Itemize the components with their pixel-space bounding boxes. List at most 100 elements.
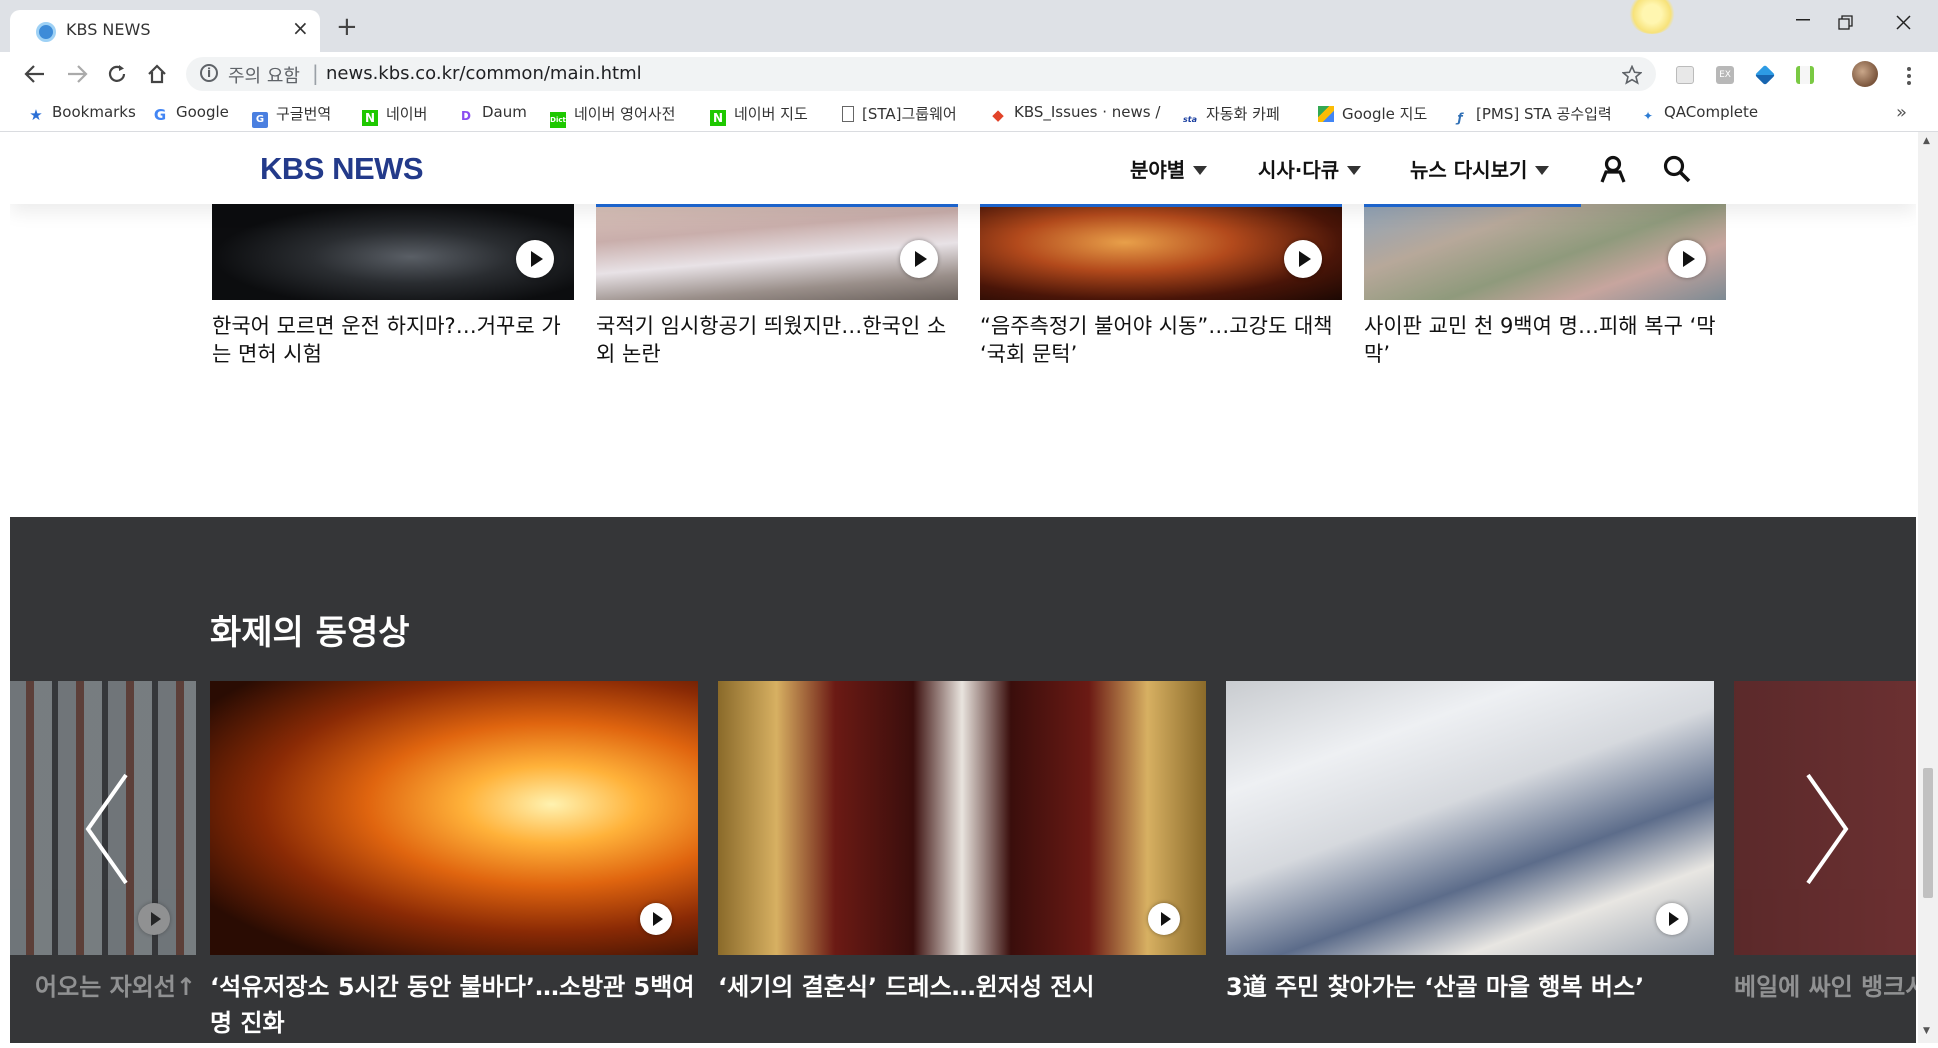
url-text[interactable]: news.kbs.co.kr/common/main.html — [326, 63, 642, 84]
video-title[interactable]: ‘세기의 결혼식’ 드레스…윈저성 전시 — [718, 969, 1206, 1005]
maps-icon — [1318, 106, 1334, 122]
home-icon[interactable] — [146, 63, 168, 85]
news-card[interactable]: 한국어 모르면 운전 하지마?…거꾸로 가는 면허 시험 — [212, 204, 574, 368]
nav-menu-label: 시사·다큐 — [1258, 158, 1340, 182]
pms-icon: ƒ — [1457, 111, 1463, 125]
section-title: 화제의 동영상 — [210, 613, 410, 653]
bookmark-gitlab[interactable]: ◆ KBS_Issues · news / — [990, 103, 1160, 125]
cafe-icon: sta — [1183, 115, 1197, 124]
extension-ladder-icon[interactable] — [1796, 66, 1814, 84]
info-icon[interactable]: i — [200, 64, 218, 82]
user-icon[interactable] — [1598, 154, 1628, 184]
bookmark-naver-map[interactable]: N 네이버 지도 — [710, 103, 808, 126]
video-thumbnail — [1226, 681, 1714, 955]
bookmark-translate[interactable]: G 구글번역 — [252, 103, 331, 128]
browser-tab-active[interactable]: KBS NEWS × — [10, 10, 320, 52]
bookmark-groupware[interactable]: [STA]그룹웨어 — [842, 103, 957, 125]
daum-icon: D — [461, 109, 471, 123]
translate-icon: G — [252, 112, 268, 128]
extension-diamond-icon[interactable] — [1754, 64, 1776, 86]
play-icon[interactable] — [1668, 240, 1706, 278]
window-close-icon[interactable] — [1896, 15, 1912, 31]
bookmark-automation-cafe[interactable]: sta 자동화 카페 — [1182, 103, 1280, 125]
news-title[interactable]: 한국어 모르면 운전 하지마?…거꾸로 가는 면허 시험 — [212, 312, 574, 368]
restore-icon[interactable] — [1838, 15, 1854, 31]
play-icon[interactable] — [516, 240, 554, 278]
address-bar[interactable]: i 주의 요함 | news.kbs.co.kr/common/main.htm… — [186, 57, 1656, 91]
forward-arrow-icon[interactable] — [66, 64, 88, 84]
caret-down-icon — [1535, 166, 1550, 175]
browser-toolbar: i 주의 요함 | news.kbs.co.kr/common/main.htm… — [0, 52, 1938, 96]
back-arrow-icon[interactable] — [24, 64, 46, 84]
video-title[interactable]: ‘석유저장소 5시간 동안 불바다’…소방관 5백여 명 진화 — [210, 969, 698, 1041]
video-card[interactable]: 3道 주민 찾아가는 ‘산골 마을 행복 버스’ — [1226, 681, 1714, 1005]
star-icon: ★ — [29, 106, 43, 124]
news-card[interactable]: 사이판 교민 천 9백여 명…피해 복구 ‘막막’ — [1364, 204, 1726, 368]
bookmarks-overflow-button[interactable]: » — [1896, 102, 1907, 123]
security-warning-label: 주의 요함 — [228, 66, 300, 87]
nav-menu-label: 분야별 — [1130, 158, 1186, 182]
site-header: KBS NEWS 분야별 시사·다큐 뉴스 다시보기 — [10, 132, 1916, 204]
bookmark-pms[interactable]: ƒ [PMS] STA 공수입력 — [1452, 103, 1611, 125]
minimize-icon[interactable] — [1796, 18, 1812, 22]
play-icon[interactable] — [1656, 903, 1688, 935]
kbs-news-logo[interactable]: KBS NEWS — [260, 151, 424, 187]
bookmark-naver[interactable]: N 네이버 — [362, 103, 427, 126]
bookmark-daum[interactable]: D Daum — [458, 103, 527, 125]
bookmark-naver-dictionary[interactable]: Dict 네이버 영어사전 — [550, 103, 675, 128]
news-thumbnail — [980, 204, 1342, 300]
video-title[interactable]: 베일에 싸인 뱅크시 — [1734, 969, 1916, 1005]
google-icon: G — [153, 106, 167, 124]
bookmark-google-maps[interactable]: Google 지도 — [1318, 103, 1427, 125]
search-icon[interactable] — [1662, 154, 1692, 184]
browser-menu-icon[interactable] — [1906, 66, 1912, 86]
play-icon[interactable] — [138, 903, 170, 935]
trending-videos-section: 화제의 동영상 어오는 자외선↑ ‘석유저장소 5시간 동안 불바다’…소방관 … — [10, 517, 1916, 1043]
scrollbar-thumb[interactable] — [1923, 768, 1933, 898]
profile-avatar[interactable] — [1852, 61, 1878, 87]
naver-icon: N — [710, 110, 726, 126]
carousel-next-arrow-icon[interactable] — [1796, 769, 1856, 889]
news-title[interactable]: 국적기 임시항공기 띄웠지만…한국인 소외 논란 — [596, 312, 958, 368]
bookmark-google[interactable]: G Google — [152, 103, 229, 125]
extension-ex-icon[interactable]: EX — [1716, 66, 1734, 84]
nav-menu-replay[interactable]: 뉴스 다시보기 — [1410, 154, 1550, 183]
naver-icon: N — [362, 110, 378, 126]
play-icon[interactable] — [1284, 240, 1322, 278]
news-card[interactable]: 국적기 임시항공기 띄웠지만…한국인 소외 논란 — [596, 204, 958, 368]
scroll-up-arrow-icon[interactable]: ▲ — [1923, 136, 1930, 146]
nav-menu-docu[interactable]: 시사·다큐 — [1258, 154, 1362, 183]
play-icon[interactable] — [900, 240, 938, 278]
kbs-favicon-icon — [36, 22, 56, 42]
news-title[interactable]: 사이판 교민 천 9백여 명…피해 복구 ‘막막’ — [1364, 312, 1726, 368]
page-icon — [842, 106, 854, 122]
news-title[interactable]: “음주측정기 불어야 시동”…고강도 대책 ‘국회 문턱’ — [980, 312, 1342, 368]
tab-title: KBS NEWS — [66, 20, 151, 39]
video-thumbnail — [718, 681, 1206, 955]
video-title[interactable]: 3道 주민 찾아가는 ‘산골 마을 행복 버스’ — [1226, 969, 1714, 1005]
browser-tab-strip: KBS NEWS × + — [0, 0, 1938, 52]
nav-menu-category[interactable]: 분야별 — [1130, 154, 1208, 183]
caret-down-icon — [1193, 166, 1208, 175]
dict-icon: Dict — [550, 112, 566, 128]
page-scrollbar[interactable]: ▲ ▼ — [1918, 132, 1938, 1043]
bookmark-star-icon[interactable] — [1622, 65, 1642, 85]
bookmark-qacomplete[interactable]: ✦ QAComplete — [1640, 103, 1758, 125]
new-tab-button[interactable]: + — [336, 14, 358, 40]
video-card[interactable]: ‘세기의 결혼식’ 드레스…윈저성 전시 — [718, 681, 1206, 1005]
play-icon[interactable] — [640, 903, 672, 935]
reload-icon[interactable] — [106, 63, 128, 85]
carousel-prev-arrow-icon[interactable] — [78, 769, 138, 889]
bookmark-bookmarks[interactable]: ★ Bookmarks — [28, 103, 136, 125]
accent-bar — [596, 204, 958, 207]
extension-cast-icon[interactable] — [1676, 66, 1694, 84]
play-icon[interactable] — [1148, 903, 1180, 935]
scroll-down-arrow-icon[interactable]: ▼ — [1923, 1026, 1930, 1036]
video-title[interactable]: 어오는 자외선↑ — [10, 969, 196, 1005]
news-thumbnail — [1364, 204, 1726, 300]
news-card[interactable]: “음주측정기 불어야 시동”…고강도 대책 ‘국회 문턱’ — [980, 204, 1342, 368]
accent-bar — [980, 204, 1342, 207]
sun-decoration — [1628, 0, 1676, 34]
video-card[interactable]: ‘석유저장소 5시간 동안 불바다’…소방관 5백여 명 진화 — [210, 681, 698, 1041]
tab-close-icon[interactable]: × — [292, 16, 309, 40]
